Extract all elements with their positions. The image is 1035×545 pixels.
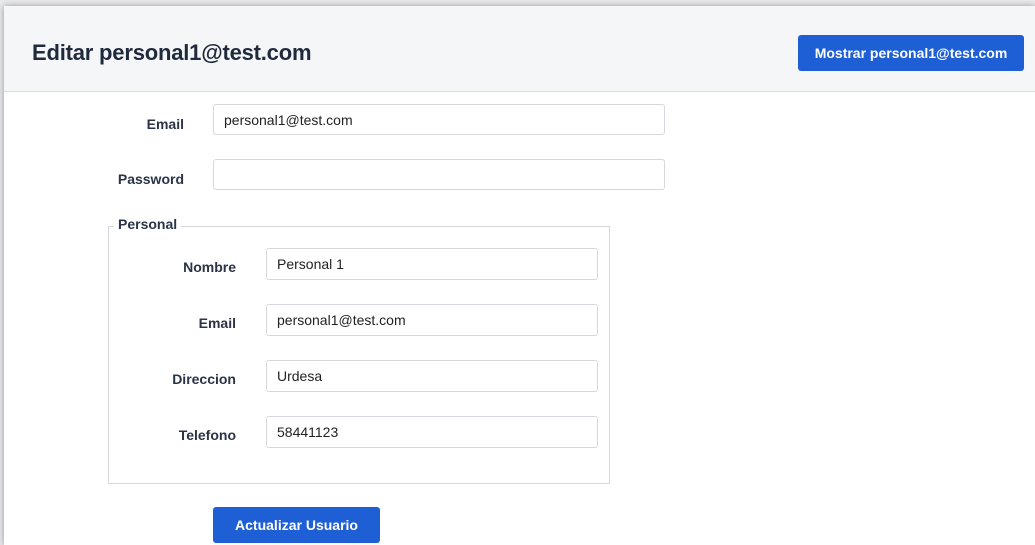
nombre-field[interactable] <box>266 248 598 280</box>
nombre-label: Nombre <box>183 259 236 275</box>
email-field[interactable] <box>213 104 665 135</box>
personal-legend: Personal <box>114 216 182 232</box>
password-field[interactable] <box>213 159 665 190</box>
direccion-field[interactable] <box>266 360 598 392</box>
telefono-field[interactable] <box>266 416 598 448</box>
page-title: Editar personal1@test.com <box>32 40 312 65</box>
direccion-label: Direccion <box>172 371 236 387</box>
telefono-label: Telefono <box>178 427 236 443</box>
page-header: Editar personal1@test.com Mostrar person… <box>4 6 1035 92</box>
app-window: Editar personal1@test.com Mostrar person… <box>4 6 1035 545</box>
personal-email-field[interactable] <box>266 304 598 336</box>
email-label: Email <box>146 116 184 132</box>
show-user-button[interactable]: Mostrar personal1@test.com <box>798 35 1024 71</box>
personal-email-label: Email <box>198 315 236 331</box>
password-label: Password <box>117 171 184 187</box>
update-user-button[interactable]: Actualizar Usuario <box>213 507 380 543</box>
